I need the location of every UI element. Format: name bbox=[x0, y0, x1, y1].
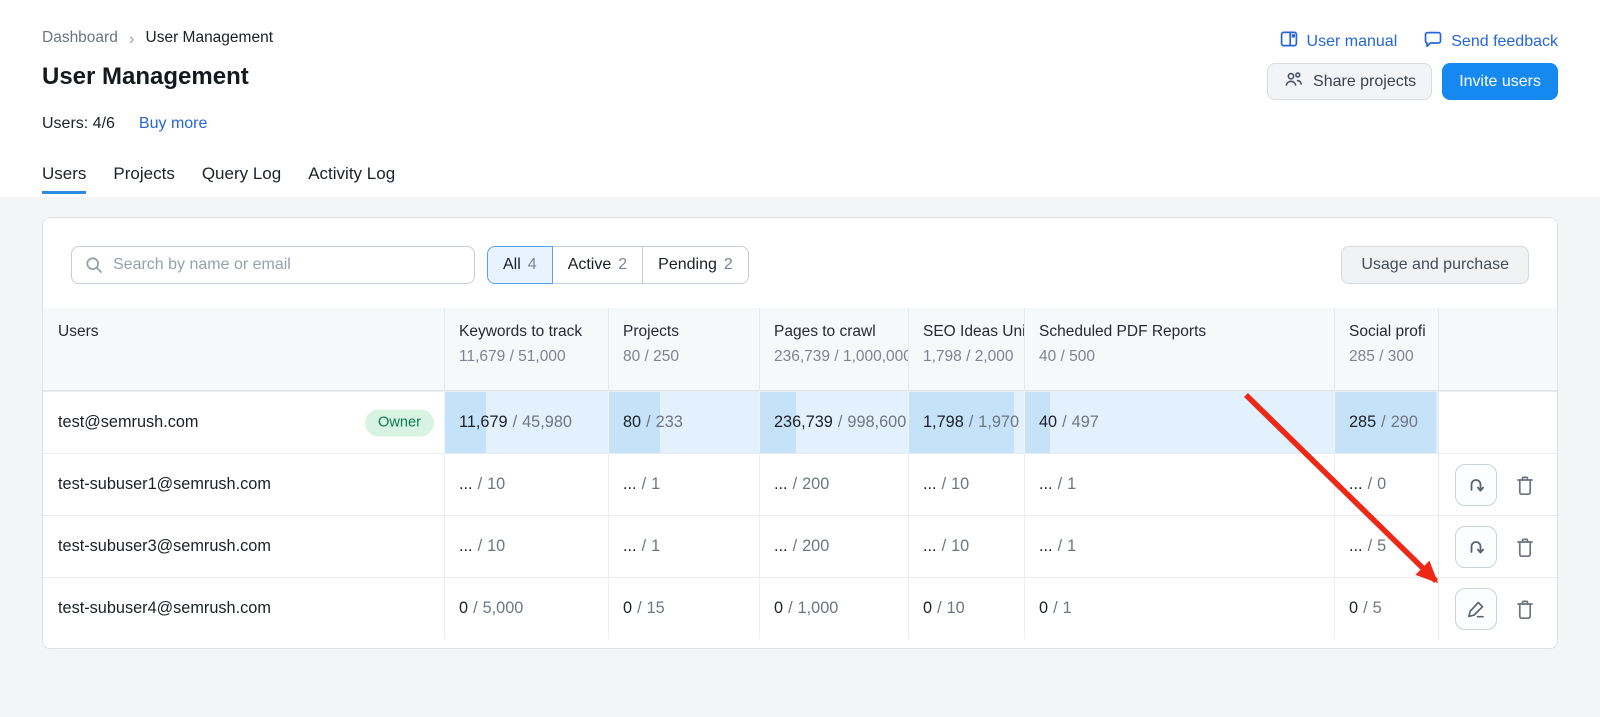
search-input[interactable] bbox=[71, 246, 475, 284]
column-header-seo-ideas: SEO Ideas Units1,798 / 2,000 bbox=[908, 308, 1024, 391]
usage-and-purchase-button[interactable]: Usage and purchase bbox=[1341, 246, 1529, 284]
user-manual-link[interactable]: User manual bbox=[1279, 29, 1398, 54]
share-projects-button[interactable]: Share projects bbox=[1267, 63, 1432, 100]
row-actions bbox=[1438, 577, 1557, 639]
resend-invite-button[interactable] bbox=[1455, 526, 1497, 568]
usage-cell: .../1 bbox=[608, 515, 759, 577]
search-icon bbox=[84, 255, 104, 275]
tab-query-log[interactable]: Query Log bbox=[202, 164, 281, 194]
tab-activity-log[interactable]: Activity Log bbox=[308, 164, 395, 194]
row-actions bbox=[1438, 391, 1557, 453]
breadcrumb-dashboard[interactable]: Dashboard bbox=[42, 29, 118, 47]
filter-all[interactable]: All 4 bbox=[487, 246, 553, 284]
usage-cell: .../1 bbox=[1024, 453, 1334, 515]
column-header-pages: Pages to crawl236,739 / 1,000,000 bbox=[759, 308, 908, 391]
usage-cell: .../10 bbox=[908, 453, 1024, 515]
usage-cell: 0/5,000 bbox=[444, 577, 608, 639]
usage-cell: 0/15 bbox=[608, 577, 759, 639]
filter-pending[interactable]: Pending 2 bbox=[643, 246, 749, 284]
usage-cell: .../200 bbox=[759, 453, 908, 515]
usage-cell: .../10 bbox=[908, 515, 1024, 577]
table-row-email: test-subuser1@semrush.com bbox=[43, 453, 444, 515]
table-row-email: test@semrush.com Owner bbox=[43, 391, 444, 453]
row-actions bbox=[1438, 453, 1557, 515]
resend-invite-icon bbox=[1464, 473, 1488, 497]
column-header-projects: Projects80 / 250 bbox=[608, 308, 759, 391]
tab-bar: Users Projects Query Log Activity Log bbox=[42, 164, 395, 194]
column-header-actions bbox=[1438, 308, 1557, 391]
users-card: All 4 Active 2 Pending 2 Usage and purch… bbox=[42, 217, 1558, 649]
usage-cell: .../10 bbox=[444, 515, 608, 577]
people-icon bbox=[1283, 69, 1304, 94]
edit-limits-button[interactable] bbox=[1455, 588, 1497, 630]
delete-user-button[interactable] bbox=[1510, 588, 1540, 630]
table-row-email: test-subuser4@semrush.com bbox=[43, 577, 444, 639]
pencil-icon bbox=[1464, 597, 1488, 621]
breadcrumb: Dashboard › User Management bbox=[42, 29, 273, 47]
status-filter: All 4 Active 2 Pending 2 bbox=[487, 246, 749, 284]
usage-cell: 40/497 bbox=[1024, 391, 1334, 453]
page-title: User Management bbox=[42, 63, 249, 91]
usage-cell: 1,798/1,970 bbox=[908, 391, 1024, 453]
search-field bbox=[71, 246, 475, 284]
users-table: Users Keywords to track11,679 / 51,000 P… bbox=[43, 308, 1557, 639]
send-feedback-link[interactable]: Send feedback bbox=[1423, 29, 1558, 54]
users-count: Users: 4/6 bbox=[42, 115, 115, 133]
breadcrumb-current: User Management bbox=[146, 29, 274, 47]
column-header-keywords: Keywords to track11,679 / 51,000 bbox=[444, 308, 608, 391]
owner-badge: Owner bbox=[365, 409, 434, 436]
speech-bubble-icon bbox=[1423, 29, 1443, 54]
usage-cell: 236,739/998,600 bbox=[759, 391, 908, 453]
resend-invite-button[interactable] bbox=[1455, 464, 1497, 506]
table-row-email: test-subuser3@semrush.com bbox=[43, 515, 444, 577]
usage-cell: .../10 bbox=[444, 453, 608, 515]
help-links: User manual Send feedback bbox=[1279, 29, 1558, 54]
delete-user-button[interactable] bbox=[1510, 526, 1540, 568]
usage-cell: .../200 bbox=[759, 515, 908, 577]
trash-icon bbox=[1513, 535, 1537, 559]
filter-active[interactable]: Active 2 bbox=[553, 246, 643, 284]
buy-more-link[interactable]: Buy more bbox=[139, 115, 207, 133]
usage-cell: .../0 bbox=[1334, 453, 1438, 515]
resend-invite-icon bbox=[1464, 535, 1488, 559]
row-actions bbox=[1438, 515, 1557, 577]
delete-user-button[interactable] bbox=[1510, 464, 1540, 506]
user-manual-book-icon bbox=[1279, 29, 1299, 54]
usage-cell: .../1 bbox=[608, 453, 759, 515]
tab-users[interactable]: Users bbox=[42, 164, 86, 194]
usage-cell: 285/290 bbox=[1334, 391, 1438, 453]
usage-cell: .../5 bbox=[1334, 515, 1438, 577]
usage-cell: .../1 bbox=[1024, 515, 1334, 577]
column-header-users: Users bbox=[43, 308, 444, 391]
usage-cell: 0/1,000 bbox=[759, 577, 908, 639]
chevron-right-icon: › bbox=[129, 30, 135, 47]
invite-users-button[interactable]: Invite users bbox=[1442, 63, 1558, 100]
usage-cell: 0/10 bbox=[908, 577, 1024, 639]
trash-icon bbox=[1513, 597, 1537, 621]
column-header-pdf-reports: Scheduled PDF Reports40 / 500 bbox=[1024, 308, 1334, 391]
usage-cell: 80/233 bbox=[608, 391, 759, 453]
tab-projects[interactable]: Projects bbox=[113, 164, 174, 194]
usage-cell: 0/5 bbox=[1334, 577, 1438, 639]
trash-icon bbox=[1513, 473, 1537, 497]
column-header-social: Social profi285 / 300 bbox=[1334, 308, 1438, 391]
usage-cell: 11,679/45,980 bbox=[444, 391, 608, 453]
usage-cell: 0/1 bbox=[1024, 577, 1334, 639]
